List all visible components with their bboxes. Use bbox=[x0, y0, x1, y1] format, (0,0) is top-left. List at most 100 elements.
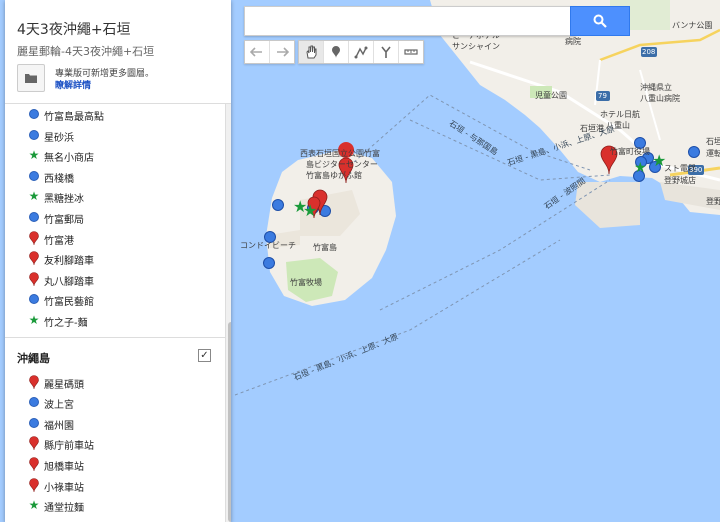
list-item[interactable]: 星砂浜 bbox=[5, 125, 225, 146]
list-item-label: 星砂浜 bbox=[44, 132, 74, 144]
blue-dot-icon bbox=[29, 109, 39, 119]
blue-dot-icon bbox=[29, 417, 39, 428]
layer-visibility-checkbox[interactable]: ✓ bbox=[198, 348, 211, 362]
red-pin-icon bbox=[29, 230, 39, 245]
map-title[interactable]: 4天3夜沖繩+石垣 bbox=[17, 19, 131, 39]
map-label-park: 児童公園 bbox=[535, 91, 567, 100]
list-item[interactable]: 竹富港 bbox=[5, 228, 225, 249]
layer-header-okinawa[interactable]: 沖繩島 ✓ bbox=[5, 336, 225, 372]
add-marker-button[interactable] bbox=[324, 41, 349, 63]
map-marker-blue[interactable] bbox=[688, 146, 700, 158]
list-item-label: 竹富郵局 bbox=[44, 214, 84, 226]
road-shield-79: 79 bbox=[598, 92, 607, 100]
red-pin-icon bbox=[29, 436, 39, 451]
list-item-label: 竹富民藝館 bbox=[44, 297, 94, 309]
list-item-label: 旭橋車站 bbox=[44, 461, 84, 473]
map-label-yugafukan: 竹富島ゆがふ館 bbox=[306, 171, 362, 180]
redo-button[interactable] bbox=[270, 41, 294, 63]
list-item[interactable]: 丸八腳踏車 bbox=[5, 269, 225, 290]
list-item[interactable]: ★ 通堂拉麵 bbox=[5, 495, 225, 516]
map-label-town-office: 竹富町役場 bbox=[610, 147, 650, 156]
red-pin-icon bbox=[29, 374, 39, 389]
hand-icon bbox=[306, 45, 317, 59]
search-input[interactable] bbox=[244, 6, 576, 36]
directions-button[interactable] bbox=[374, 41, 399, 63]
list-item-label: 西棧橋 bbox=[44, 173, 74, 185]
list-item-label: 竹富島最高點 bbox=[44, 112, 104, 123]
green-star-icon: ★ bbox=[28, 498, 40, 513]
list-item[interactable]: ★ 黑糖挫冰 bbox=[5, 186, 225, 207]
redo-icon bbox=[277, 47, 289, 57]
road-shield-390: 390 bbox=[689, 166, 703, 174]
red-pin-icon bbox=[29, 251, 39, 266]
blue-dot-icon bbox=[29, 129, 39, 140]
map-marker-blue[interactable] bbox=[272, 199, 284, 211]
blue-dot-icon bbox=[29, 211, 39, 222]
folder-icon bbox=[25, 74, 37, 83]
list-item[interactable]: 竹富島最高點 bbox=[5, 104, 225, 125]
learn-more-link[interactable]: 瞭解詳情 bbox=[55, 78, 91, 91]
list-item[interactable]: 竹富民藝館 bbox=[5, 289, 225, 310]
ruler-icon bbox=[404, 49, 418, 55]
list-item[interactable]: 縣庁前車站 bbox=[5, 433, 225, 454]
map-marker-blue[interactable] bbox=[263, 257, 275, 269]
map-label-edge: 登野 bbox=[706, 197, 720, 206]
map-label-visitor-center: 島ビジターセンター bbox=[306, 160, 378, 169]
tools-toolbar bbox=[298, 40, 424, 64]
green-star-icon: ★ bbox=[28, 312, 40, 327]
green-star-icon: ★ bbox=[28, 148, 40, 163]
list-item[interactable]: 麗星碼頭 bbox=[5, 372, 225, 393]
list-item-label: 縣庁前車站 bbox=[44, 441, 94, 453]
search-icon bbox=[593, 14, 607, 28]
map-label-store: 登野城店 bbox=[664, 176, 696, 185]
map-label-banna-park: バンナ公園 bbox=[672, 21, 713, 30]
undo-icon bbox=[250, 47, 262, 57]
measure-button[interactable] bbox=[399, 41, 423, 63]
search-button[interactable] bbox=[570, 6, 630, 36]
layer-title[interactable]: 沖繩島 bbox=[17, 350, 50, 366]
list-item-label: 波上宮 bbox=[44, 400, 74, 412]
undo-button[interactable] bbox=[245, 41, 270, 63]
map-label-taketomi: 竹富島 bbox=[313, 243, 337, 252]
red-pin-icon bbox=[29, 457, 39, 471]
list-item[interactable]: 西棧橋 bbox=[5, 166, 225, 187]
map-marker-star[interactable]: ★ bbox=[303, 201, 317, 220]
list-item[interactable]: 竹富郵局 bbox=[5, 207, 225, 228]
line-icon bbox=[354, 46, 368, 59]
map-label-hotel: サンシャイン bbox=[452, 42, 500, 51]
map-label-okinawa-pref: 沖縄県立 bbox=[640, 83, 672, 92]
map-label-yaeyama-hospital: 八重山病院 bbox=[640, 94, 680, 103]
draw-line-button[interactable] bbox=[349, 41, 374, 63]
list-item[interactable]: 小祿車站 bbox=[5, 475, 225, 496]
list-item[interactable]: 旭橋車站 bbox=[5, 454, 225, 475]
list-item[interactable]: ★ 無名小商店 bbox=[5, 145, 225, 166]
list-item-label: 小祿車站 bbox=[44, 482, 84, 494]
list-item[interactable]: 友利腳踏車 bbox=[5, 248, 225, 269]
list-item-label: 丸八腳踏車 bbox=[44, 276, 94, 288]
map-marker-star[interactable]: ★ bbox=[634, 160, 647, 176]
list-item-label: 友利腳踏車 bbox=[44, 256, 94, 268]
panel-scrollbar[interactable] bbox=[225, 104, 231, 522]
map-label-hospital: 病院 bbox=[565, 37, 581, 46]
road-shield-208: 208 bbox=[642, 48, 656, 56]
list-item[interactable]: 福州園 bbox=[5, 413, 225, 434]
map-description[interactable]: 麗星郵輪-4天3夜沖繩+石垣 bbox=[17, 43, 154, 59]
map-label-visitor-center: 西表石垣国立公園竹富 bbox=[300, 149, 380, 158]
layers-panel: 4天3夜沖繩+石垣 麗星郵輪-4天3夜沖繩+石垣 專業版可新增更多圖層。 瞭解詳… bbox=[5, 0, 231, 522]
scrollbar-thumb[interactable] bbox=[228, 322, 231, 522]
folder-button[interactable] bbox=[17, 64, 45, 92]
list-item-label: 麗星碼頭 bbox=[44, 379, 84, 391]
red-pin-icon bbox=[29, 477, 39, 492]
list-item-label: 通堂拉麵 bbox=[44, 503, 84, 515]
list-item[interactable]: 波上宮 bbox=[5, 392, 225, 413]
blue-dot-icon bbox=[29, 397, 39, 408]
red-pin-icon bbox=[29, 271, 39, 286]
list-item[interactable]: ★ 竹之子-麵 bbox=[5, 310, 225, 331]
list-item-label: 福州園 bbox=[44, 420, 74, 432]
list-item-label: 黑糖挫冰 bbox=[44, 194, 84, 206]
list-item-label: 無名小商店 bbox=[44, 153, 94, 165]
map-label-beach: コンドイビーチ bbox=[240, 241, 296, 250]
map-label-farm: 竹富牧場 bbox=[290, 278, 322, 287]
directions-icon bbox=[381, 46, 391, 58]
pan-button[interactable] bbox=[299, 41, 324, 63]
